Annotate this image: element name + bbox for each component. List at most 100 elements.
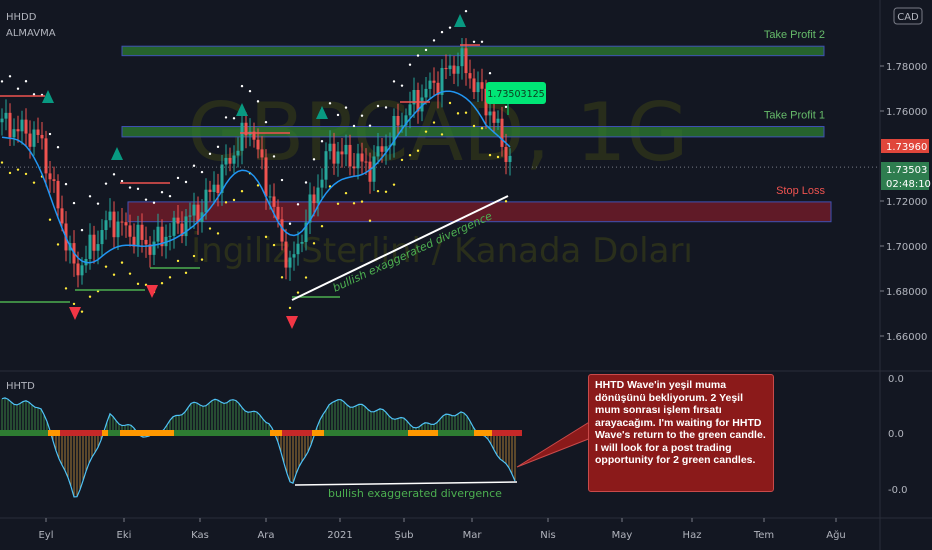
candle-body bbox=[80, 265, 84, 276]
y-lower-tick-label: -0.0 bbox=[888, 485, 908, 496]
candle-body bbox=[76, 263, 80, 276]
candle-body bbox=[300, 241, 304, 244]
oscillator-wave bbox=[1, 397, 516, 498]
candle-body bbox=[56, 180, 60, 209]
hhtd-signal-cell bbox=[54, 430, 60, 436]
stop-dot-low bbox=[232, 198, 236, 202]
stop-dot-high bbox=[24, 80, 28, 83]
candle-body bbox=[468, 73, 472, 79]
stop-dot-high bbox=[152, 201, 156, 204]
hhtd-signal-cell bbox=[342, 430, 348, 436]
hhtd-signal-cell bbox=[60, 430, 66, 436]
candle-body bbox=[312, 194, 316, 204]
candle-body bbox=[500, 118, 504, 147]
stop-dot-high bbox=[504, 105, 508, 109]
stop-dot-high bbox=[112, 173, 116, 176]
x-tick-label: Tem bbox=[753, 530, 774, 541]
candle-body bbox=[332, 143, 336, 164]
candle-body bbox=[0, 118, 4, 123]
hhtd-signal-cell bbox=[168, 430, 174, 436]
hhtd-signal-cell bbox=[216, 430, 222, 436]
stop-dot-low bbox=[368, 219, 372, 222]
sell-signal-icon bbox=[146, 285, 158, 298]
stop-dot-low bbox=[352, 202, 356, 205]
candle-body bbox=[236, 150, 240, 156]
stop-dot-low bbox=[200, 258, 204, 261]
stop-dot-low bbox=[400, 158, 404, 162]
sell-signal-icon bbox=[69, 307, 81, 320]
candle-body bbox=[20, 119, 24, 132]
candle-body bbox=[372, 156, 376, 182]
stop-dot-high bbox=[368, 124, 372, 127]
stop-dot-high bbox=[248, 89, 252, 93]
candle-body bbox=[508, 155, 512, 162]
stop-dot-low bbox=[160, 281, 164, 285]
stop-dot-low bbox=[312, 242, 316, 245]
stop-dot-low bbox=[104, 265, 108, 268]
candle-body bbox=[8, 112, 12, 138]
stop-dot-high bbox=[400, 84, 404, 87]
stop-dot-high bbox=[128, 186, 132, 189]
hhtd-signal-cell bbox=[480, 430, 486, 436]
stop-dot-high bbox=[336, 113, 340, 117]
hhtd-signal-cell bbox=[390, 430, 396, 436]
stop-dot-high bbox=[232, 117, 236, 120]
hhtd-signal-cell bbox=[294, 430, 300, 436]
price-label-text: 1.73960 bbox=[886, 142, 927, 153]
candle-body bbox=[48, 173, 52, 180]
hhtd-signal-cell bbox=[186, 430, 192, 436]
hhtd-signal-cell bbox=[306, 430, 312, 436]
hhtd-signal-cell bbox=[174, 430, 180, 436]
candle-body bbox=[156, 226, 160, 242]
candle-body bbox=[504, 146, 508, 162]
candle-body bbox=[268, 196, 272, 198]
stop-dot-low bbox=[208, 227, 212, 230]
hhtd-signal-cell bbox=[378, 430, 384, 436]
hhtd-signal-cell bbox=[450, 430, 456, 436]
stop-dot-low bbox=[320, 225, 324, 228]
buy-signal-icon bbox=[111, 147, 123, 160]
stop-dot-high bbox=[184, 180, 188, 184]
candle-body bbox=[232, 155, 236, 164]
hhtd-signal-cell bbox=[264, 430, 270, 436]
stop-dot-high bbox=[304, 181, 308, 184]
candle-body bbox=[140, 224, 144, 240]
x-tick-label: Kas bbox=[191, 530, 209, 541]
hhtd-signal-cell bbox=[498, 430, 504, 436]
stop-dot-low bbox=[440, 133, 444, 136]
hhtd-signal-cell bbox=[246, 430, 252, 436]
indicator-label-hhtd: HHTD bbox=[6, 381, 35, 392]
stop-dot-low bbox=[128, 272, 132, 275]
stop-dot-high bbox=[96, 202, 100, 205]
candle-body bbox=[60, 208, 64, 224]
hhtd-signal-cell bbox=[354, 430, 360, 436]
hhtd-signal-cell bbox=[300, 430, 306, 436]
candle-body bbox=[288, 257, 292, 268]
stop-dot-high bbox=[72, 201, 76, 205]
stop-dot-low bbox=[192, 254, 196, 258]
hhtd-signal-cell bbox=[84, 430, 90, 436]
sell-signal-icon bbox=[286, 316, 298, 329]
candle-body bbox=[424, 88, 428, 98]
hhtd-signal-cell bbox=[312, 430, 318, 436]
candle-body bbox=[408, 104, 412, 116]
stop-dot-low bbox=[280, 276, 284, 279]
candle-body bbox=[116, 221, 120, 238]
stop-dot-high bbox=[224, 116, 228, 119]
hhtd-signal-cell bbox=[360, 430, 366, 436]
candle-body bbox=[276, 206, 280, 220]
hhtd-signal-cell bbox=[120, 430, 126, 436]
hhtd-signal-cell bbox=[204, 430, 210, 436]
hhtd-signal-cell bbox=[96, 430, 102, 436]
hhtd-signal-cell bbox=[66, 430, 72, 436]
candle-body bbox=[260, 149, 264, 158]
analysis-note-text: HHTD Wave'in yeşil muma dönüşünü bekliyo… bbox=[595, 379, 766, 466]
stop-dot-low bbox=[0, 161, 4, 164]
stop-dot-low bbox=[256, 184, 260, 187]
stop-dot-high bbox=[208, 152, 212, 156]
y-tick-label: 1.78000 bbox=[886, 62, 927, 73]
hhtd-signal-cell bbox=[324, 430, 330, 436]
price-chart[interactable]: GBPCAD, 1G İngiliz Sterlini / Kanada Dol… bbox=[0, 0, 932, 550]
stop-dot-low bbox=[416, 149, 420, 152]
candle-body bbox=[112, 211, 116, 238]
